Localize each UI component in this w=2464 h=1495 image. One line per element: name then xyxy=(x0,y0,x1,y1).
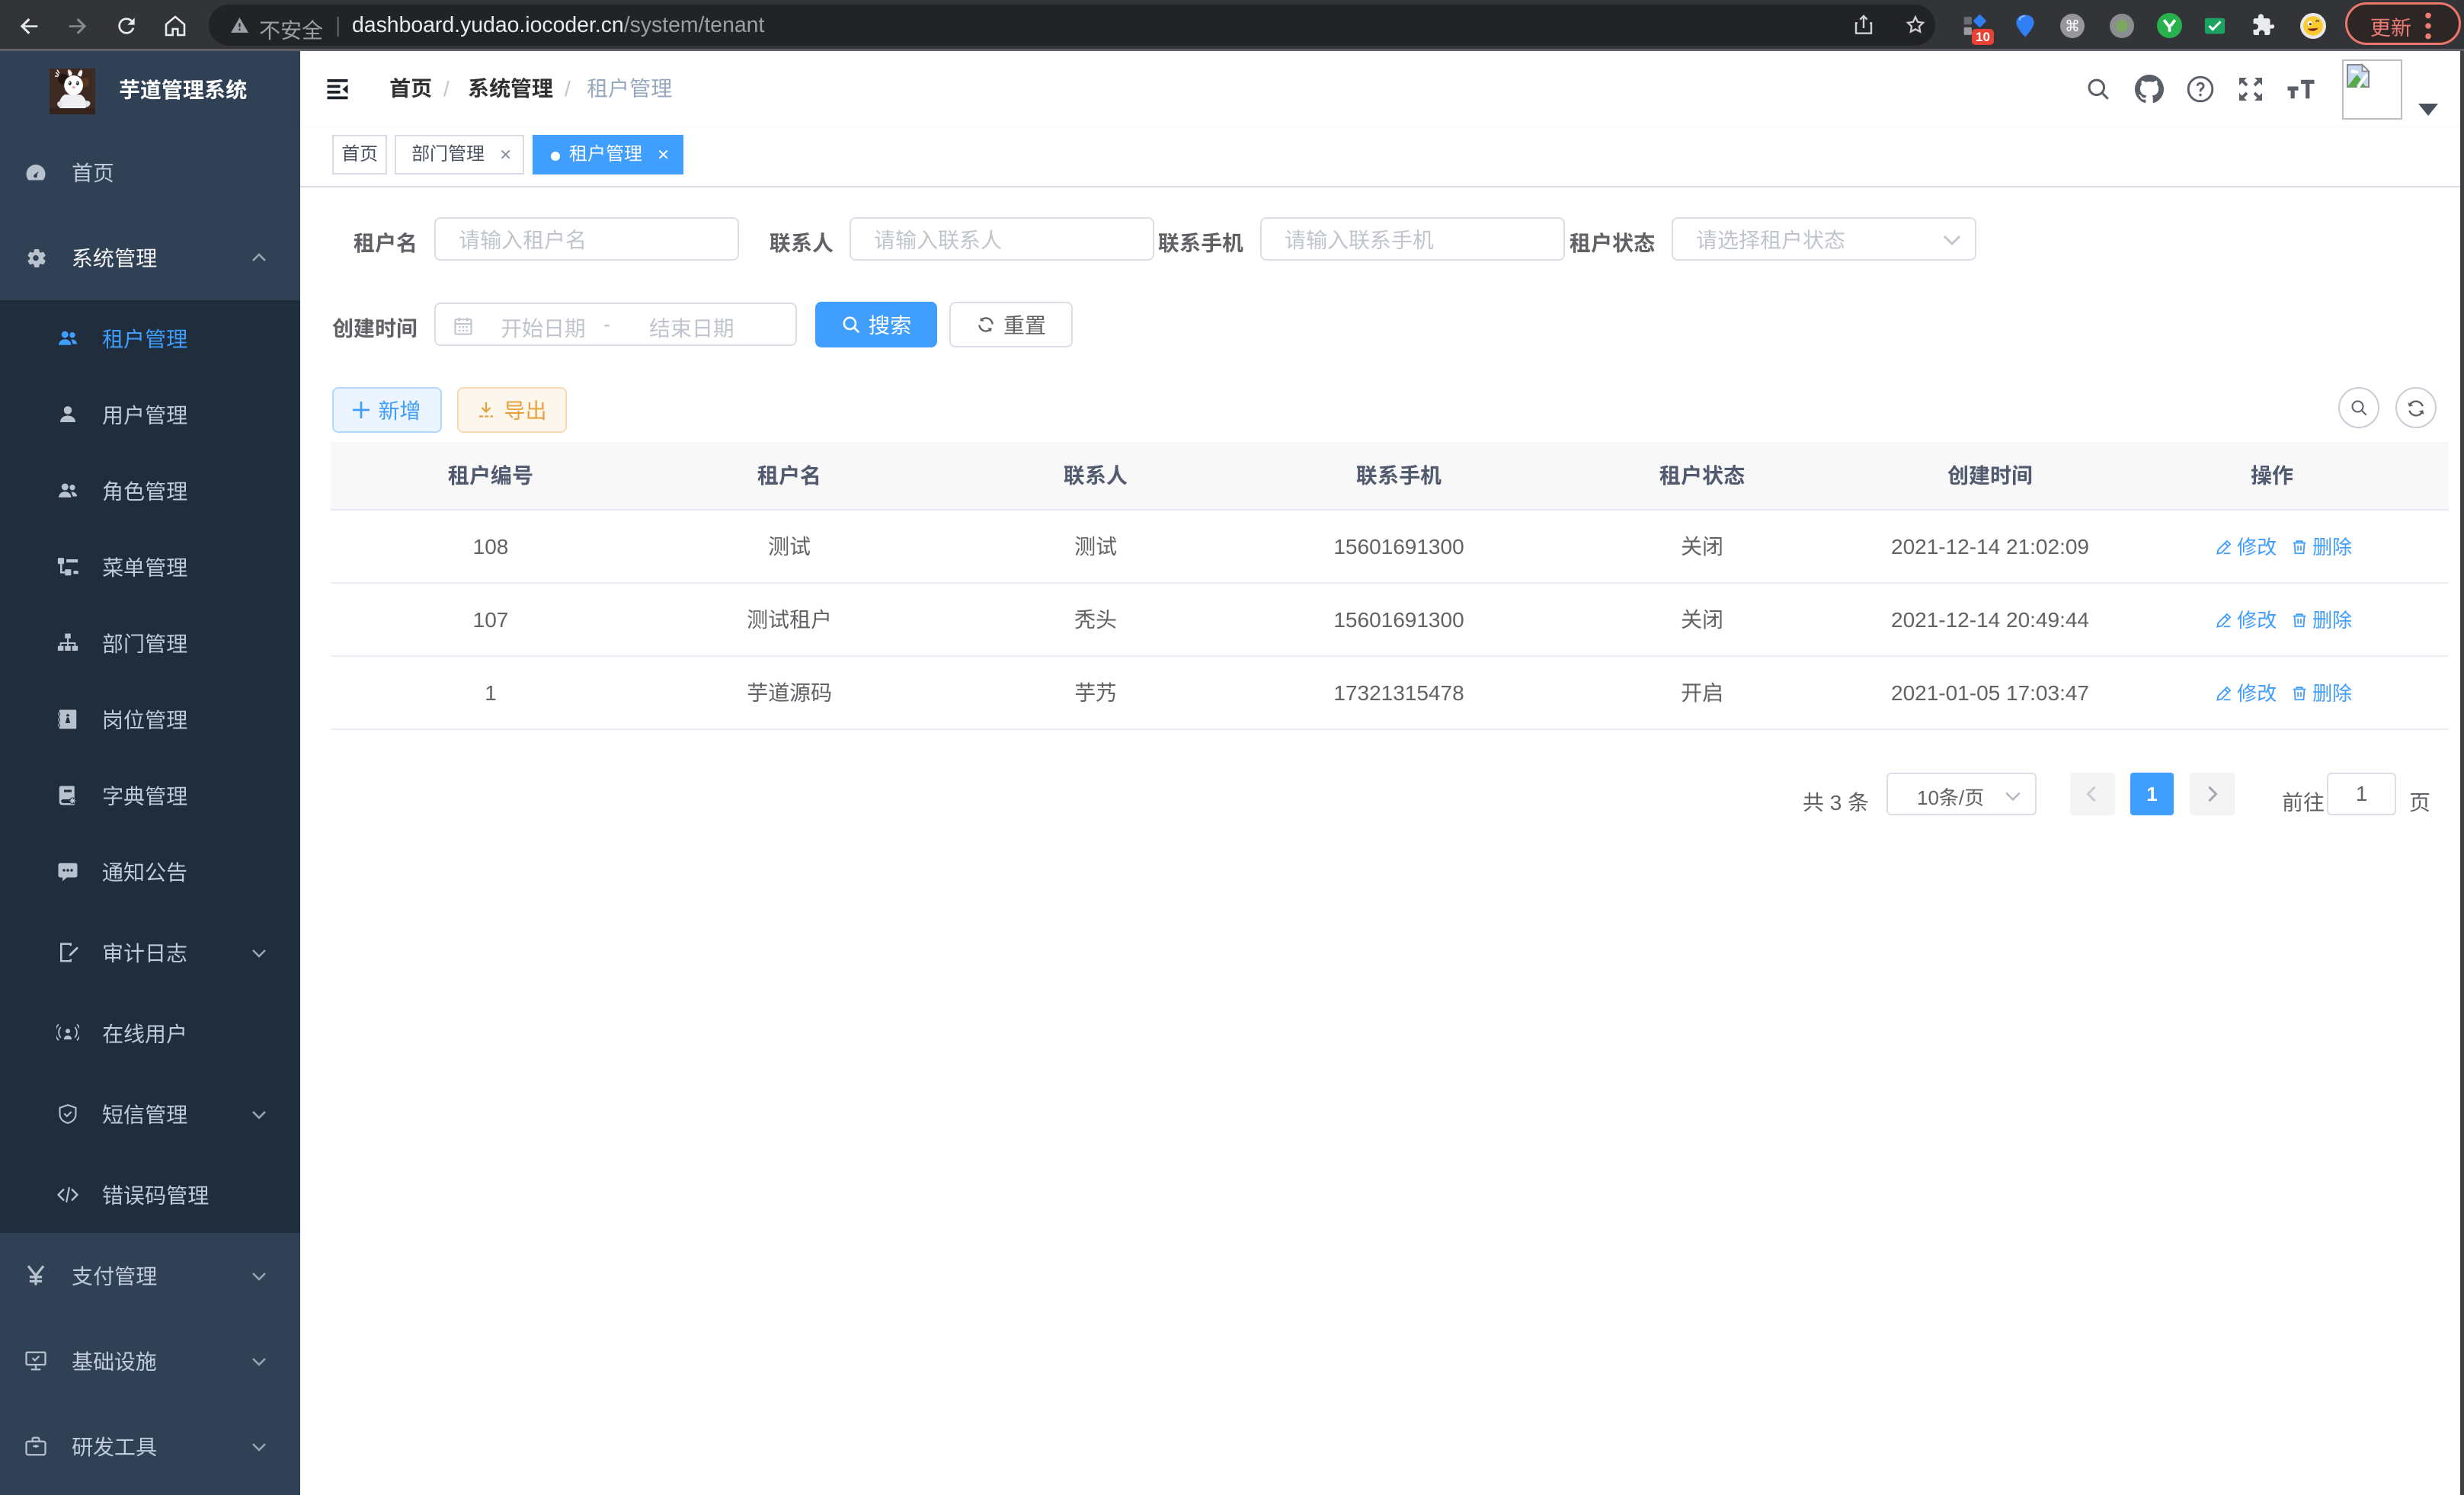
svg-text:⌘: ⌘ xyxy=(2065,18,2080,34)
